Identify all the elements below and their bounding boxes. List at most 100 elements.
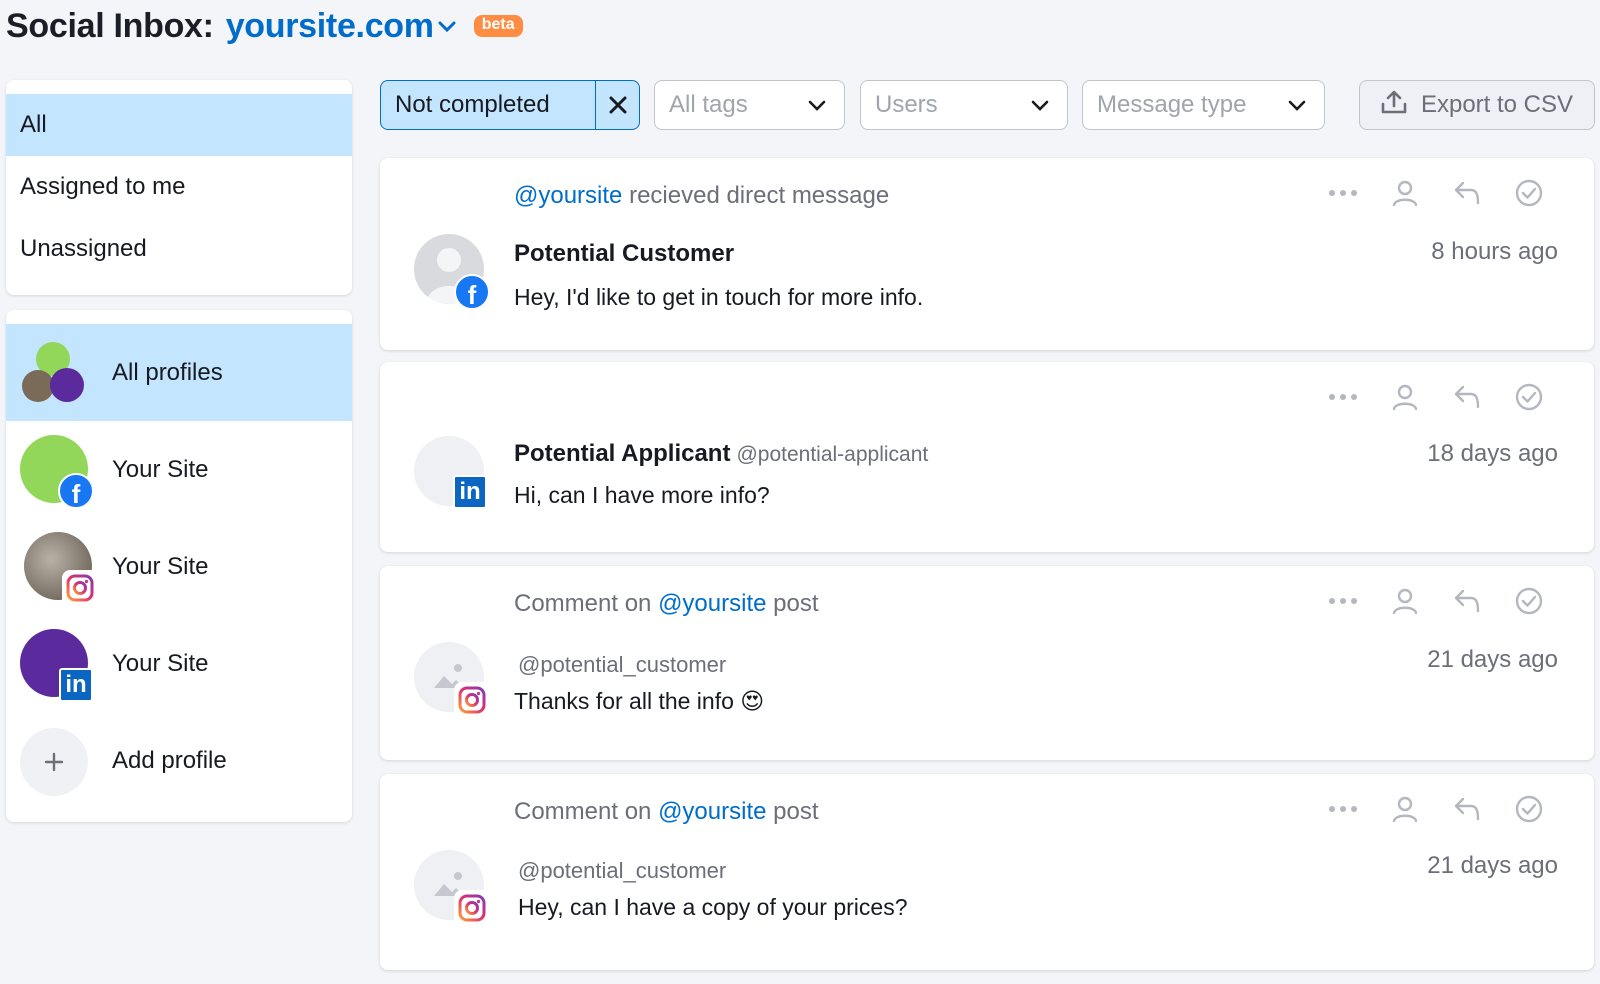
profile-label: Add profile [112,746,227,774]
add-profile-button[interactable]: Add profile [6,712,352,809]
filter-label: Assigned to me [20,173,186,200]
chevron-down-icon [1288,91,1306,119]
chevron-down-icon [808,91,826,119]
user-icon[interactable] [1374,587,1436,615]
reply-icon[interactable] [1436,384,1498,410]
profile-label: Your Site [112,455,209,483]
message-text: Hi, can I have more info? [514,482,770,508]
filter-label: Unassigned [20,235,147,262]
page-title: Social Inbox: [6,6,214,45]
users-select-placeholder: Users [875,91,938,118]
sender-handle: @potential-applicant [736,443,929,466]
export-csv-button[interactable]: Export to CSV [1359,80,1595,130]
filter-unassigned[interactable]: Unassigned [6,218,352,280]
filter-assigned-to-me[interactable]: Assigned to me [6,156,352,218]
message-text: Hey, can I have a copy of your prices? [518,894,908,920]
message-card[interactable]: Comment on @yoursite post @potential_cus… [380,566,1594,760]
all-profiles-avatar [20,338,90,408]
message-actions [1312,178,1560,208]
facebook-icon: f [58,472,94,509]
avatar [414,850,490,926]
add-profile-avatar [20,726,90,796]
profile-label: Your Site [112,552,209,580]
assignment-filter-panel: All Assigned to me Unassigned [6,80,352,295]
page-header: Social Inbox: yoursite.com beta [6,4,523,48]
context-prefix: Comment on [514,590,659,617]
context-suffix: post [766,798,819,825]
sender-handle: @potential_customer [518,858,727,883]
avatar: f [20,434,94,509]
profile-label: Your Site [112,649,209,677]
status-filter[interactable]: Not completed [380,80,640,130]
profile-linkedin[interactable]: in Your Site [6,615,352,712]
message-context: @yoursite recieved direct message [514,182,889,210]
sender-name-text: Potential Applicant [514,440,731,467]
linkedin-icon: in [453,475,487,509]
user-icon[interactable] [1374,179,1436,207]
context-handle[interactable]: @yoursite [658,798,766,825]
sender-name: Potential Customer [514,240,735,267]
check-circle-icon[interactable] [1498,382,1560,412]
tags-select[interactable]: All tags [654,80,845,130]
avatar: in [20,628,93,702]
context-text: recieved direct message [622,182,890,209]
filter-all[interactable]: All [6,94,352,156]
message-type-select[interactable]: Message type [1082,80,1325,130]
beta-badge: beta [473,15,523,37]
chevron-down-icon[interactable] [438,20,456,38]
message-text: Hey, I'd like to get in touch for more i… [514,284,924,310]
message-text: Thanks for all the info 😍 [514,688,765,714]
users-select[interactable]: Users [860,80,1068,130]
message-actions [1312,382,1560,412]
message-time: 8 hours ago [1431,238,1558,265]
user-icon[interactable] [1374,383,1436,411]
message-time: 21 days ago [1427,646,1558,673]
message-actions [1312,794,1560,824]
check-circle-icon[interactable] [1498,794,1560,824]
profile-all[interactable]: All profiles [6,324,352,421]
message-time: 21 days ago [1427,852,1558,879]
more-dots-icon[interactable] [1312,393,1374,401]
profile-label: All profiles [112,358,223,386]
site-selector[interactable]: yoursite.com [226,7,434,46]
reply-icon[interactable] [1436,796,1498,822]
close-icon[interactable] [595,81,639,129]
profile-facebook[interactable]: f Your Site [6,421,352,518]
profile-panel: All profiles f Your Site Your Site in Yo… [6,310,352,822]
context-prefix: Comment on [514,798,659,825]
sender-name: Potential Applicant @potential-applicant [514,440,928,468]
message-type-placeholder: Message type [1097,91,1247,118]
linkedin-icon: in [59,667,93,702]
check-circle-icon[interactable] [1498,178,1560,208]
context-suffix: post [766,590,819,617]
avatar [20,531,98,606]
profile-instagram[interactable]: Your Site [6,518,352,615]
tags-select-placeholder: All tags [669,91,748,118]
message-context: Comment on @yoursite post [514,590,819,618]
reply-icon[interactable] [1436,588,1498,614]
user-icon[interactable] [1374,795,1436,823]
instagram-icon [454,890,490,926]
instagram-icon [62,569,98,606]
sender-handle: @potential_customer [518,652,727,677]
message-card[interactable]: @yoursite recieved direct message f Pote… [380,158,1594,350]
avatar [414,642,490,718]
message-card[interactable]: Comment on @yoursite post @potential_cus… [380,774,1594,970]
context-handle[interactable]: @yoursite [514,182,622,209]
message-card[interactable]: in Potential Applicant @potential-applica… [380,362,1594,552]
message-actions [1312,586,1560,616]
avatar: f [414,234,490,310]
plus-icon [20,727,88,796]
filter-label: All [20,111,47,138]
facebook-icon: f [454,274,490,310]
export-label: Export to CSV [1420,91,1574,118]
message-context: Comment on @yoursite post [514,798,819,826]
instagram-icon [454,682,490,718]
reply-icon[interactable] [1436,180,1498,206]
context-handle[interactable]: @yoursite [658,590,766,617]
more-dots-icon[interactable] [1312,597,1374,605]
more-dots-icon[interactable] [1312,189,1374,197]
more-dots-icon[interactable] [1312,805,1374,813]
status-filter-value: Not completed [395,91,550,118]
check-circle-icon[interactable] [1498,586,1560,616]
